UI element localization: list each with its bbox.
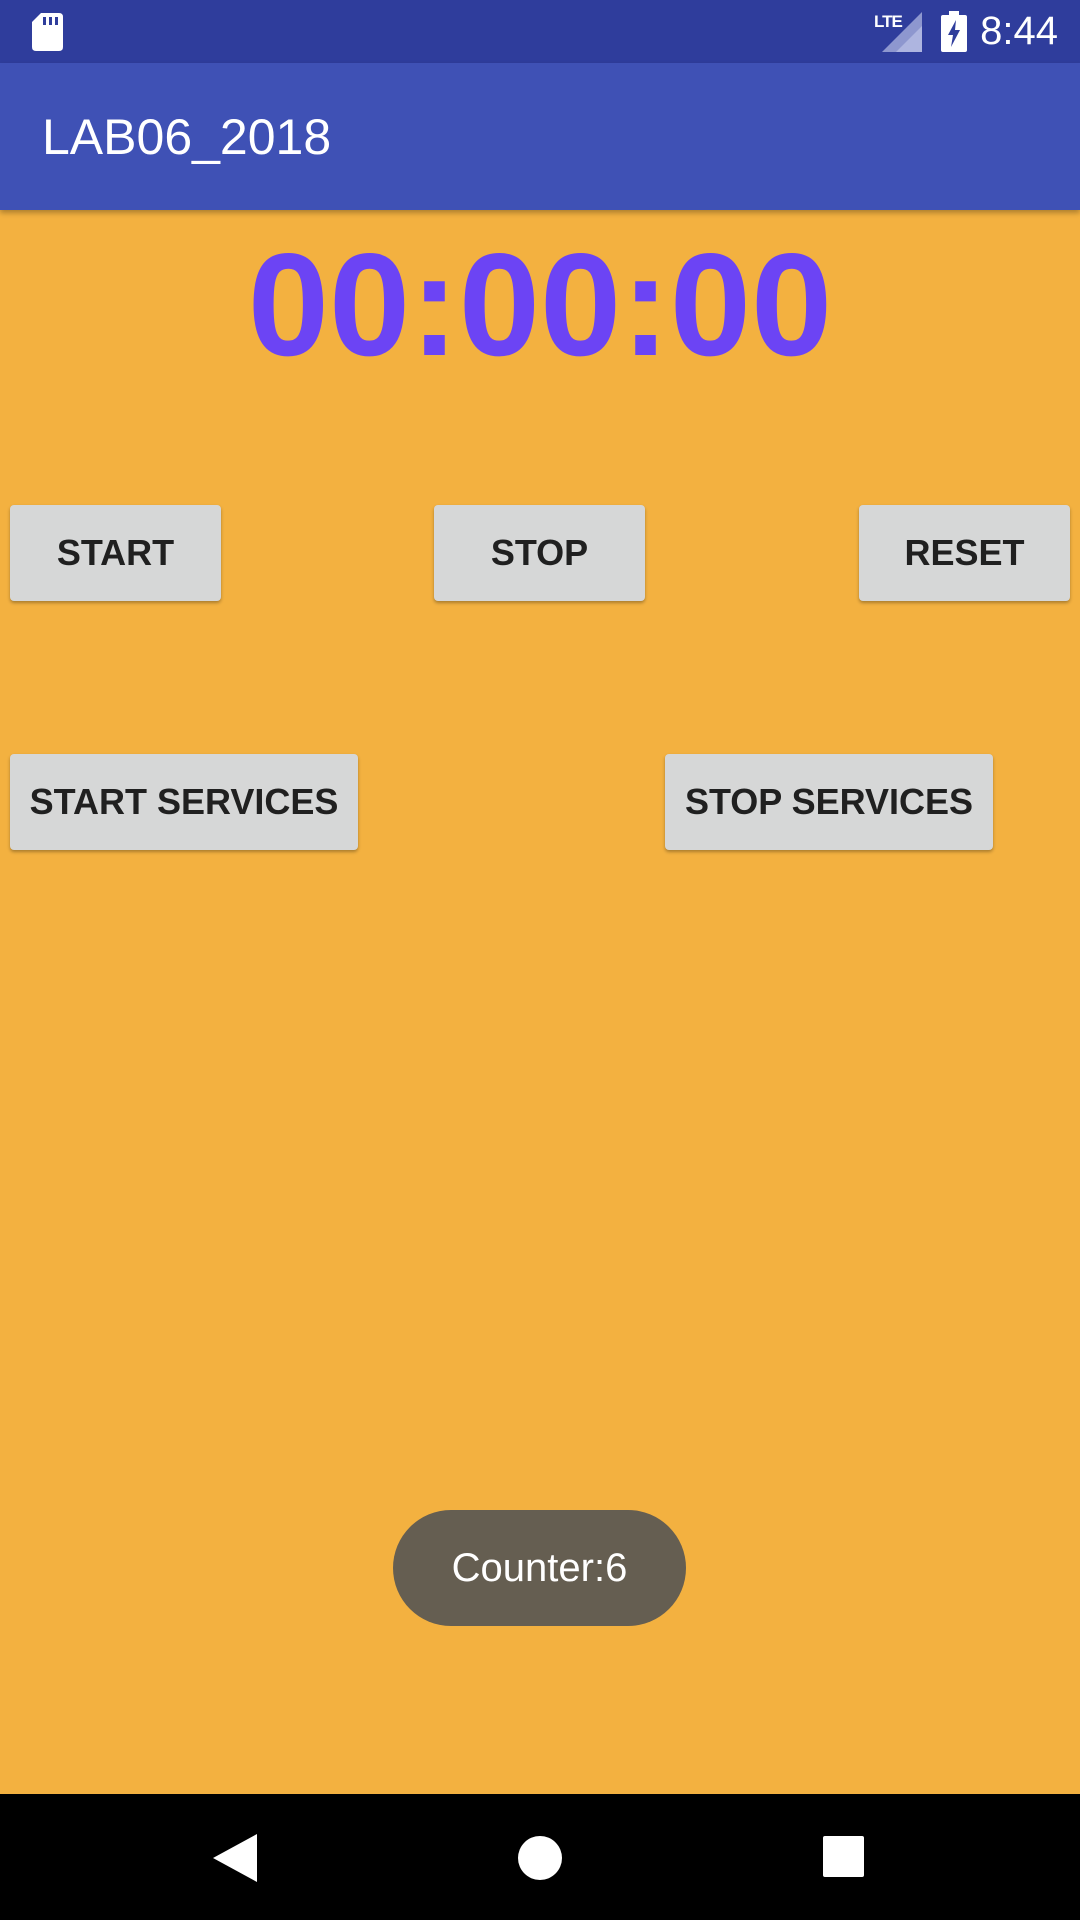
reset-button[interactable]: RESET — [859, 505, 1070, 601]
app-bar: LAB06_2018 — [0, 63, 1080, 210]
stop-button[interactable]: STOP — [434, 505, 645, 601]
start-button[interactable]: START — [10, 505, 221, 601]
timer-display: 00:00:00 — [247, 223, 833, 386]
start-services-button[interactable]: START SERVICES — [10, 754, 358, 850]
recents-icon[interactable] — [823, 1836, 864, 1877]
status-clock: 8:44 — [980, 9, 1058, 53]
toast-message: Counter:6 — [393, 1510, 686, 1626]
status-bar: LTE 8:44 — [0, 0, 1080, 63]
battery-charging-icon — [941, 11, 967, 52]
app-title: LAB06_2018 — [42, 109, 332, 165]
stop-services-button[interactable]: STOP SERVICES — [665, 754, 993, 850]
signal-icon — [882, 12, 922, 52]
back-icon[interactable] — [213, 1834, 257, 1882]
sd-card-icon — [32, 13, 63, 51]
home-icon[interactable] — [518, 1836, 562, 1880]
